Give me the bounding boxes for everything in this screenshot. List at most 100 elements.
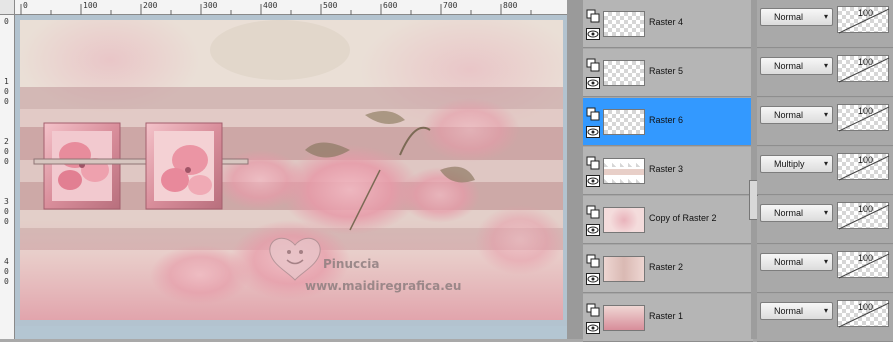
opacity-value: 100	[858, 57, 874, 67]
layer-row[interactable]: Raster 3	[583, 147, 753, 195]
chevron-down-icon: ▾	[823, 257, 828, 266]
ruler-label: 200	[143, 1, 158, 10]
layer-group-icon[interactable]	[586, 58, 600, 72]
canvas-area[interactable]: 0 100 200 300 400 500 600 700 800 0 1 0 …	[0, 0, 567, 339]
vertical-ruler: 0 1 0 0 2 0 0 3 0 0 4 0 0	[0, 15, 15, 339]
blend-mode-dropdown[interactable]: Multiply ▾	[760, 155, 833, 173]
opacity-slider[interactable]: 100	[837, 55, 890, 83]
ruler-label: 0	[23, 1, 28, 10]
opacity-slider[interactable]: 100	[837, 251, 890, 279]
ruler-label: 800	[503, 1, 518, 10]
blend-mode-dropdown[interactable]: Normal ▾	[760, 302, 833, 320]
layer-row[interactable]: Raster 6	[583, 98, 753, 146]
blend-mode-value: Multiply	[774, 159, 805, 169]
ruler-label: 4 0 0	[4, 257, 9, 286]
eye-icon[interactable]	[586, 224, 600, 236]
ruler-label: 700	[443, 1, 458, 10]
layer-name: Raster 6	[649, 115, 684, 125]
ruler-label: 3 0 0	[4, 197, 9, 226]
chevron-down-icon: ▾	[823, 110, 828, 119]
photo-frame	[145, 122, 223, 210]
layer-properties-row: Normal ▾ 100	[757, 294, 893, 342]
layer-name: Raster 3	[649, 164, 684, 174]
watermark-url: www.maidiregrafica.eu	[305, 279, 462, 293]
ruler-label: 2 0 0	[4, 137, 9, 166]
document-image[interactable]: Pinuccia www.maidiregrafica.eu	[20, 20, 563, 320]
layer-properties-row: Normal ▾ 100	[757, 98, 893, 146]
ruler-label: 400	[263, 1, 278, 10]
opacity-slider[interactable]: 100	[837, 202, 890, 230]
opacity-slider[interactable]: 100	[837, 300, 890, 328]
layer-thumbnail	[603, 305, 645, 331]
chevron-down-icon: ▾	[823, 306, 828, 315]
blend-mode-value: Normal	[774, 61, 804, 71]
layer-row[interactable]: Raster 4	[583, 0, 753, 48]
layer-row[interactable]: Copy of Raster 2	[583, 196, 753, 244]
blend-mode-dropdown[interactable]: Normal ▾	[760, 8, 833, 26]
layer-group-icon[interactable]	[586, 156, 600, 170]
eye-icon[interactable]	[586, 175, 600, 187]
layer-name: Raster 5	[649, 66, 684, 76]
ruler-label: 1 0 0	[4, 77, 9, 106]
layer-properties-row: Normal ▾ 100	[757, 49, 893, 97]
layer-thumbnail	[603, 60, 645, 86]
photo-frame	[43, 122, 121, 210]
opacity-slider[interactable]: 100	[837, 104, 890, 132]
layer-group-icon[interactable]	[586, 9, 600, 23]
layer-thumbnail	[603, 158, 645, 184]
ruler-label: 300	[203, 1, 218, 10]
ruler-label: 500	[323, 1, 338, 10]
artwork	[20, 20, 563, 320]
layer-row[interactable]: Raster 1	[583, 294, 753, 342]
layer-name: Copy of Raster 2	[649, 213, 717, 223]
layer-properties-row: Normal ▾ 100	[757, 245, 893, 293]
opacity-value: 100	[858, 106, 874, 116]
layer-name: Raster 2	[649, 262, 684, 272]
eye-icon[interactable]	[586, 77, 600, 89]
layer-name: Raster 4	[649, 17, 684, 27]
opacity-slider[interactable]: 100	[837, 153, 890, 181]
watermark-name: Pinuccia	[323, 257, 380, 271]
eye-icon[interactable]	[586, 126, 600, 138]
eye-icon[interactable]	[586, 322, 600, 334]
chevron-down-icon: ▾	[823, 159, 828, 168]
ruler-ticks	[20, 4, 532, 15]
ruler-label: 600	[383, 1, 398, 10]
chevron-down-icon: ▾	[823, 61, 828, 70]
blend-mode-value: Normal	[774, 110, 804, 120]
panel-divider[interactable]	[567, 0, 583, 339]
layer-group-icon[interactable]	[586, 303, 600, 317]
layers-panel: Raster 4 Raster 5 Raster 6 Raster 3 Copy of …	[583, 0, 893, 342]
blend-mode-dropdown[interactable]: Normal ▾	[760, 106, 833, 124]
layer-thumbnail	[603, 109, 645, 135]
blend-mode-value: Normal	[774, 208, 804, 218]
layer-name: Raster 1	[649, 311, 684, 321]
blend-mode-dropdown[interactable]: Normal ▾	[760, 253, 833, 271]
layer-group-icon[interactable]	[586, 254, 600, 268]
blend-mode-value: Normal	[774, 257, 804, 267]
layer-row[interactable]: Raster 5	[583, 49, 753, 97]
blend-mode-dropdown[interactable]: Normal ▾	[760, 204, 833, 222]
horizontal-scrollbar[interactable]	[15, 326, 567, 339]
ruler-label: 100	[83, 1, 98, 10]
layer-row[interactable]: Raster 2	[583, 245, 753, 293]
layer-properties-row: Normal ▾ 100	[757, 0, 893, 48]
blend-mode-dropdown[interactable]: Normal ▾	[760, 57, 833, 75]
chevron-down-icon: ▾	[823, 12, 828, 21]
eye-icon[interactable]	[586, 28, 600, 40]
layer-thumbnail	[603, 207, 645, 233]
horizontal-ruler: 0 100 200 300 400 500 600 700 800	[15, 0, 567, 15]
eye-icon[interactable]	[586, 273, 600, 285]
blend-mode-value: Normal	[774, 306, 804, 316]
opacity-slider[interactable]: 100	[837, 6, 890, 34]
layer-group-icon[interactable]	[586, 107, 600, 121]
ruler-label: 0	[4, 17, 9, 26]
layer-group-icon[interactable]	[586, 205, 600, 219]
ruler-corner	[0, 0, 15, 15]
layer-properties-row: Normal ▾ 100	[757, 196, 893, 244]
chevron-down-icon: ▾	[823, 208, 828, 217]
blend-mode-value: Normal	[774, 12, 804, 22]
layer-properties-row: Multiply ▾ 100	[757, 147, 893, 195]
layer-thumbnail	[603, 256, 645, 282]
layer-thumbnail	[603, 11, 645, 37]
